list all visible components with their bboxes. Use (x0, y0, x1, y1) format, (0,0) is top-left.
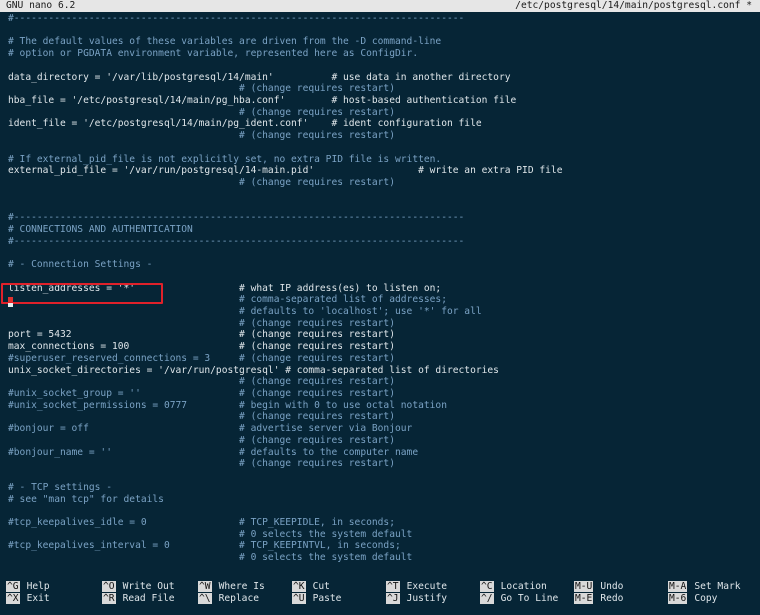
editor-line[interactable]: # If external_pid_file is not explicitly… (8, 154, 441, 166)
shortcut-help[interactable]: ^G Help (6, 581, 50, 592)
shortcut-go-to-line[interactable]: ^/ Go To Line (480, 593, 558, 604)
editor-line[interactable]: port = 5432 # (change requires restart) (8, 329, 395, 341)
shortcut-key: M-6 (668, 593, 688, 604)
shortcut-label: Read File (122, 593, 175, 604)
shortcut-redo[interactable]: M-E Redo (574, 593, 623, 604)
text-cursor (8, 303, 13, 307)
editor-line[interactable]: # (change requires restart) (8, 83, 395, 95)
shortcut-where-is[interactable]: ^W Where Is (198, 581, 265, 592)
shortcut-paste[interactable]: ^U Paste (292, 593, 341, 604)
editor-line[interactable]: # CONNECTIONS AND AUTHENTICATION (8, 224, 193, 236)
shortcut-label: Location (500, 581, 547, 592)
shortcut-write-out[interactable]: ^O Write Out (102, 581, 175, 592)
editor-line[interactable]: # (change requires restart) (8, 107, 395, 119)
editor-line[interactable]: # (change requires restart) (8, 177, 395, 189)
shortcut-key: ^J (386, 593, 400, 604)
shortcut-label: Undo (600, 581, 624, 592)
shortcut-label: Exit (26, 593, 50, 604)
editor-line[interactable]: data_directory = '/var/lib/postgresql/14… (8, 72, 511, 84)
shortcut-key: M-E (574, 593, 594, 604)
editor-line[interactable]: external_pid_file = '/var/run/postgresql… (8, 165, 563, 177)
editor-line[interactable]: #---------------------------------------… (8, 236, 464, 248)
editor-line[interactable]: ident_file = '/etc/postgresql/14/main/pg… (8, 118, 482, 130)
editor-line[interactable]: # (change requires restart) (8, 458, 395, 470)
editor-line[interactable]: #unix_socket_group = '' # (change requir… (8, 388, 395, 400)
shortcut-label: Set Mark (694, 581, 741, 592)
editor-line[interactable]: #superuser_reserved_connections = 3 # (c… (8, 353, 395, 365)
shortcut-key: M-A (668, 581, 688, 592)
shortcut-justify[interactable]: ^J Justify (386, 593, 447, 604)
app-title: GNU nano 6.2 (6, 0, 76, 11)
editor-line[interactable]: # The default values of these variables … (8, 36, 441, 48)
shortcut-exit[interactable]: ^X Exit (6, 593, 50, 604)
editor-line[interactable]: # 0 selects the system default (8, 529, 412, 541)
editor-line[interactable]: #bonjour = off # advertise server via Bo… (8, 423, 412, 435)
shortcut-key: ^O (102, 581, 116, 592)
editor-line[interactable]: # see "man tcp" for details (8, 494, 164, 506)
shortcut-read-file[interactable]: ^R Read File (102, 593, 175, 604)
shortcut-copy[interactable]: M-6 Copy (668, 593, 717, 604)
editor-line[interactable]: # (change requires restart) (8, 376, 395, 388)
shortcut-cut[interactable]: ^K Cut (292, 581, 330, 592)
shortcut-replace[interactable]: ^\ Replace (198, 593, 259, 604)
shortcut-key: ^X (6, 593, 20, 604)
shortcut-undo[interactable]: M-U Undo (574, 581, 623, 592)
shortcut-key: ^W (198, 581, 212, 592)
editor-line[interactable]: # 0 selects the system default (8, 552, 412, 564)
shortcut-key: ^C (480, 581, 494, 592)
editor-line[interactable]: hba_file = '/etc/postgresql/14/main/pg_h… (8, 95, 516, 107)
editor-line[interactable]: #unix_socket_permissions = 0777 # begin … (8, 400, 447, 412)
editor-line[interactable]: # (change requires restart) (8, 435, 395, 447)
editor-line[interactable]: # - Connection Settings - (8, 259, 152, 271)
shortcut-label: Go To Line (500, 593, 559, 604)
shortcut-label: Replace (218, 593, 259, 604)
shortcut-label: Write Out (122, 581, 175, 592)
editor-line[interactable]: #tcp_keepalives_idle = 0 # TCP_KEEPIDLE,… (8, 517, 395, 529)
shortcut-key: ^/ (480, 593, 494, 604)
editor-line[interactable]: # (change requires restart) (8, 411, 395, 423)
text-cursor-marker (8, 297, 13, 302)
editor-line[interactable]: max_connections = 100 # (change requires… (8, 341, 395, 353)
listen-addresses-highlight (1, 283, 163, 304)
shortcut-key: ^G (6, 581, 20, 592)
editor-line[interactable]: # - TCP settings - (8, 482, 112, 494)
editor-line[interactable]: # (change requires restart) (8, 318, 395, 330)
editor-line[interactable]: #tcp_keepalives_interval = 0 # TCP_KEEPI… (8, 540, 401, 552)
editor-line[interactable]: # option or PGDATA environment variable,… (8, 48, 418, 60)
shortcut-label: Execute (406, 581, 447, 592)
shortcut-label: Copy (694, 593, 718, 604)
file-path: /etc/postgresql/14/main/postgresql.conf … (515, 0, 752, 11)
shortcut-location[interactable]: ^C Location (480, 581, 547, 592)
shortcut-set-mark[interactable]: M-A Set Mark (668, 581, 741, 592)
editor-line[interactable]: #bonjour_name = '' # defaults to the com… (8, 447, 418, 459)
title-bar: GNU nano 6.2 /etc/postgresql/14/main/pos… (0, 0, 760, 12)
editor-line[interactable]: #---------------------------------------… (8, 212, 464, 224)
shortcut-key: ^R (102, 593, 116, 604)
shortcut-key: ^U (292, 593, 306, 604)
shortcut-key: ^\ (198, 593, 212, 604)
shortcut-bar: ^G Help ^O Write Out ^W Where Is ^K Cut ^T Execut… (0, 580, 760, 610)
editor-line[interactable]: # (change requires restart) (8, 130, 395, 142)
shortcut-key: M-U (574, 581, 594, 592)
shortcut-key: ^T (386, 581, 400, 592)
shortcut-label: Paste (312, 593, 342, 604)
editor-line[interactable]: #---------------------------------------… (8, 13, 464, 25)
shortcut-label: Redo (600, 593, 624, 604)
shortcut-label: Where Is (218, 581, 265, 592)
editor-line[interactable]: unix_socket_directories = '/var/run/post… (8, 365, 499, 377)
shortcut-label: Help (26, 581, 50, 592)
editor-line[interactable]: # defaults to 'localhost'; use '*' for a… (8, 306, 482, 318)
shortcut-label: Justify (406, 593, 447, 604)
shortcut-key: ^K (292, 581, 306, 592)
shortcut-execute[interactable]: ^T Execute (386, 581, 447, 592)
shortcut-label: Cut (312, 581, 330, 592)
